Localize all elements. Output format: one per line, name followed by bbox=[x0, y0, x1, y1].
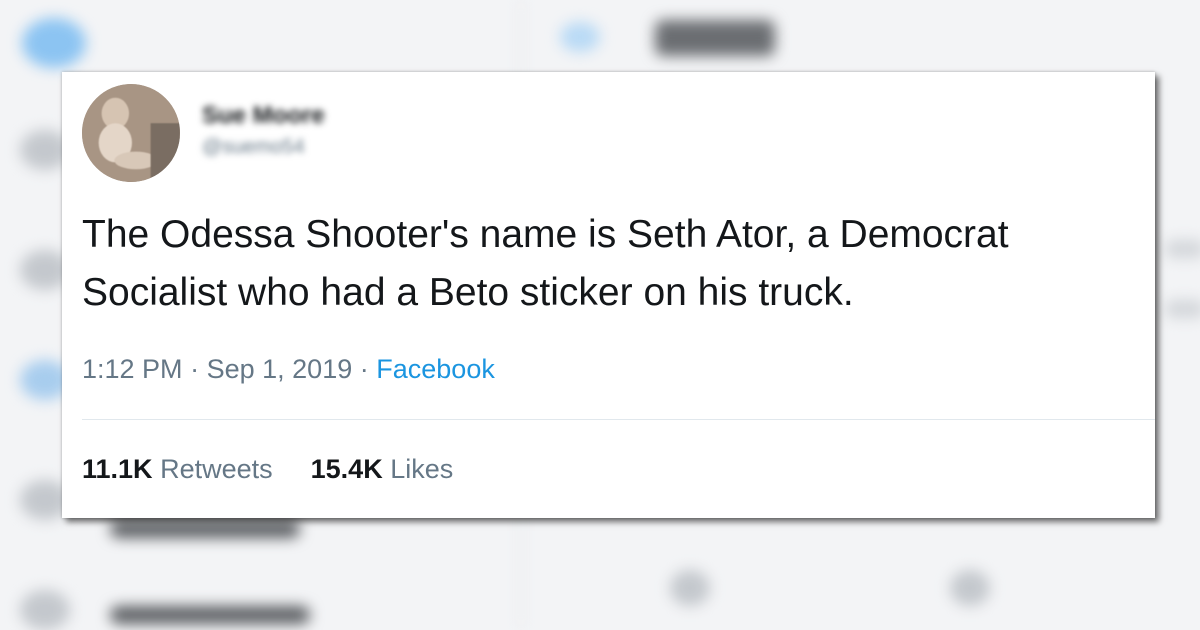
tweet-date[interactable]: Sep 1, 2019 bbox=[207, 354, 353, 384]
baby-photo-avatar bbox=[82, 84, 180, 182]
tweet-stats: 11.1K Retweets 15.4K Likes bbox=[82, 454, 453, 485]
author-name[interactable]: Sue Moore bbox=[202, 102, 325, 130]
tweet-time[interactable]: 1:12 PM bbox=[82, 354, 183, 384]
tweet-source-link[interactable]: Facebook bbox=[376, 354, 495, 384]
background-text-bar bbox=[1165, 240, 1200, 258]
background-page-header bbox=[655, 20, 775, 56]
background-text-bar bbox=[1165, 300, 1200, 318]
background-action-icon bbox=[950, 570, 990, 606]
background-text-bar bbox=[110, 606, 310, 624]
background-nav-icon bbox=[20, 590, 70, 630]
stats-divider bbox=[82, 419, 1155, 420]
likes-stat[interactable]: 15.4K Likes bbox=[311, 454, 454, 484]
avatar[interactable] bbox=[82, 84, 180, 182]
background-text-bar bbox=[110, 520, 300, 538]
likes-label: Likes bbox=[390, 454, 454, 484]
tweet-text: The Odessa Shooter's name is Seth Ator, … bbox=[82, 213, 1009, 314]
back-arrow-icon bbox=[560, 22, 600, 52]
meta-separator: · bbox=[359, 354, 369, 384]
author-handle[interactable]: @suemo54 bbox=[202, 136, 305, 159]
retweets-stat[interactable]: 11.1K Retweets bbox=[82, 454, 273, 484]
tweet-card: Sue Moore @suemo54 The Odessa Shooter's … bbox=[62, 72, 1155, 518]
retweets-count: 11.1K bbox=[82, 454, 153, 484]
likes-count: 15.4K bbox=[310, 454, 383, 484]
tweet-meta: 1:12 PM · Sep 1, 2019 · Facebook bbox=[82, 354, 495, 385]
bird-logo-icon bbox=[22, 18, 86, 68]
retweets-label: Retweets bbox=[160, 454, 273, 484]
background-action-icon bbox=[670, 570, 710, 606]
meta-separator: · bbox=[190, 354, 200, 384]
